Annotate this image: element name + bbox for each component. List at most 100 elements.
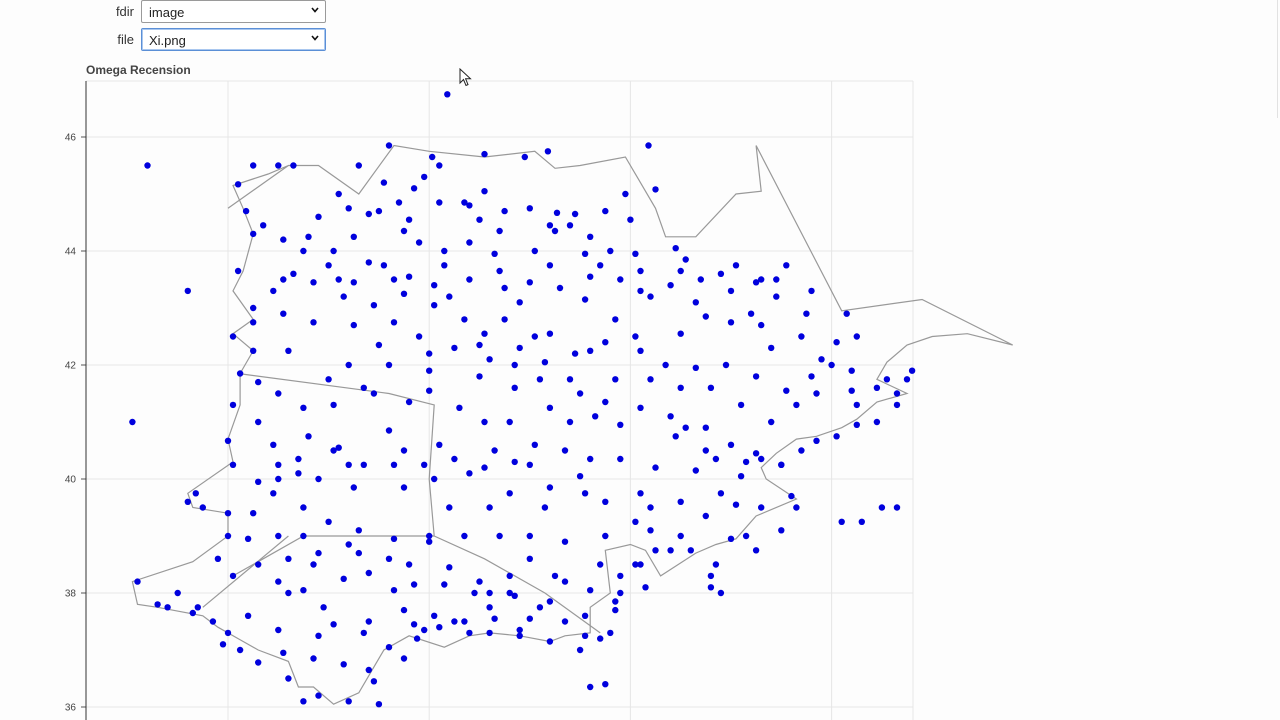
data-point [501, 316, 508, 323]
data-point [350, 279, 357, 286]
data-point [436, 624, 443, 631]
data-point [752, 450, 760, 457]
data-point [581, 490, 589, 497]
data-point [461, 316, 468, 323]
data-point [219, 641, 227, 648]
data-point [647, 376, 654, 383]
boundary-line [202, 535, 289, 608]
boundary-line [232, 535, 435, 577]
data-point [446, 564, 453, 571]
data-point [405, 398, 413, 406]
data-point [214, 555, 222, 562]
data-point [602, 532, 609, 540]
data-point [410, 581, 418, 588]
data-point [431, 282, 438, 289]
data-point [581, 296, 589, 303]
data-point [747, 310, 755, 317]
data-point [410, 185, 418, 192]
data-point [597, 635, 604, 642]
data-point [410, 621, 418, 628]
data-point [340, 293, 347, 300]
data-point [526, 461, 533, 468]
data-point [390, 535, 398, 542]
data-point [325, 376, 332, 383]
data-point [682, 424, 689, 431]
data-point [597, 262, 604, 269]
data-point [390, 276, 398, 283]
data-point [129, 418, 136, 426]
data-point [224, 510, 232, 517]
data-point [192, 490, 199, 497]
data-point [536, 604, 544, 611]
data-point [551, 227, 559, 235]
data-point [687, 547, 694, 554]
data-point [587, 587, 594, 594]
data-point [431, 612, 438, 619]
data-point [773, 293, 780, 300]
data-point [491, 447, 498, 454]
data-point [637, 267, 644, 275]
data-point [712, 561, 720, 568]
data-point [873, 384, 881, 391]
data-point [526, 615, 533, 622]
data-point [325, 262, 332, 269]
data-point [637, 490, 644, 497]
data-point [345, 205, 352, 212]
data-point [244, 535, 252, 542]
data-point [511, 592, 518, 599]
data-point [476, 216, 483, 223]
data-point [426, 538, 433, 545]
data-point [426, 387, 433, 394]
data-point [853, 421, 860, 428]
data-point [647, 527, 654, 534]
data-point [340, 661, 347, 668]
data-point [546, 404, 554, 411]
data-point [385, 142, 393, 149]
data-point [566, 222, 574, 229]
y-tick-label: 42 [65, 361, 77, 372]
data-point [697, 276, 704, 283]
data-point [476, 341, 483, 349]
data-point [768, 344, 775, 352]
data-point [692, 299, 699, 306]
data-point [576, 646, 584, 654]
y-tick-label: 38 [65, 589, 77, 600]
data-point [350, 233, 357, 240]
data-point [506, 572, 513, 580]
data-point [727, 287, 735, 295]
data-point [491, 250, 498, 257]
data-point [300, 587, 307, 594]
data-point [511, 361, 518, 369]
scatter-chart[interactable]: 36 38 40 42 44 46 [0, 0, 1280, 720]
data-point [607, 247, 614, 255]
data-point [350, 321, 357, 329]
data-point [642, 584, 649, 591]
data-point [506, 418, 513, 426]
data-point [285, 589, 292, 597]
data-point [732, 501, 740, 508]
data-point [330, 247, 337, 255]
data-point [255, 418, 262, 426]
data-point [370, 302, 378, 309]
data-point [607, 629, 614, 637]
data-point [652, 464, 659, 471]
data-point [421, 626, 428, 634]
data-point [242, 207, 250, 215]
data-point [632, 518, 639, 525]
data-point [637, 347, 644, 354]
data-point [330, 401, 337, 409]
data-point [466, 470, 473, 477]
data-point [486, 589, 493, 597]
data-point [637, 287, 644, 295]
data-point [310, 561, 317, 568]
data-point [541, 504, 549, 511]
data-point [546, 484, 554, 491]
data-point [229, 572, 237, 580]
data-point [727, 535, 735, 542]
data-point [491, 615, 498, 622]
data-point [727, 441, 735, 448]
data-point [365, 569, 372, 577]
data-point [571, 350, 579, 357]
data-point [908, 367, 916, 374]
data-point [893, 390, 901, 397]
